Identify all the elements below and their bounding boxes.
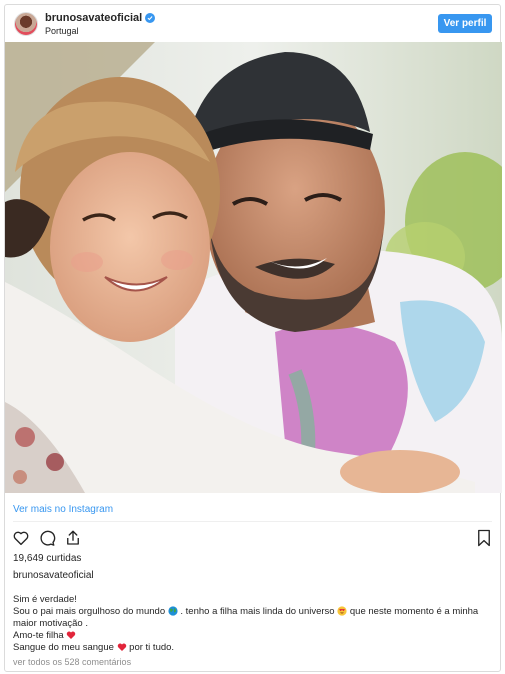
post-photo[interactable] [5,42,502,493]
caption-line-1: Sim é verdade! [13,594,77,605]
view-more-on-instagram-link[interactable]: Ver mais no Instagram [13,504,113,515]
username[interactable]: brunosavateoficial [45,12,142,24]
view-profile-button[interactable]: Ver perfil [438,14,492,33]
red-heart-emoji-icon [67,631,76,639]
heart-eyes-emoji-icon [337,606,347,616]
verified-badge-icon [145,13,156,23]
caption-line-4: Amo-te filha [13,630,493,642]
user-block: brunosavateoficial Portugal [45,12,156,36]
caption-line-2: Sou o pai mais orgulhoso do mundo . tenh… [13,606,493,618]
avatar[interactable] [14,12,38,36]
share-icon[interactable] [64,529,82,547]
divider [13,521,492,522]
post-header: brunosavateoficial Portugal Ver perfil [5,5,500,43]
comment-icon[interactable] [38,529,56,547]
caption-text: Amo-te filha [13,630,64,641]
caption-text: Sangue do meu sangue [13,642,114,653]
photo-illustration [5,42,502,493]
caption-username[interactable]: brunosavateoficial [13,570,94,581]
globe-emoji-icon [168,606,178,616]
view-all-comments-link[interactable]: ver todos os 528 comentários [13,657,131,667]
username-row: brunosavateoficial [45,12,156,24]
caption: Sim é verdade! Sou o pai mais orgulhoso … [13,594,493,654]
likes-count: 19,649 curtidas [13,553,82,564]
action-bar [12,529,82,547]
caption-text: que neste momento é a minha [349,606,479,617]
bookmark-icon[interactable] [476,529,492,547]
instagram-embed-card: brunosavateoficial Portugal Ver perfil V… [4,4,502,672]
heart-icon[interactable] [12,529,30,547]
caption-text: . tenho a filha mais linda do universo [180,606,335,617]
caption-text: por ti tudo. [129,642,175,653]
caption-line-3: maior motivação . [13,618,88,629]
caption-text: Sou o pai mais orgulhoso do mundo [13,606,166,617]
red-heart-emoji-icon [117,643,126,651]
location[interactable]: Portugal [45,26,155,36]
caption-line-5: Sangue do meu sangue por ti tudo. [13,642,493,654]
